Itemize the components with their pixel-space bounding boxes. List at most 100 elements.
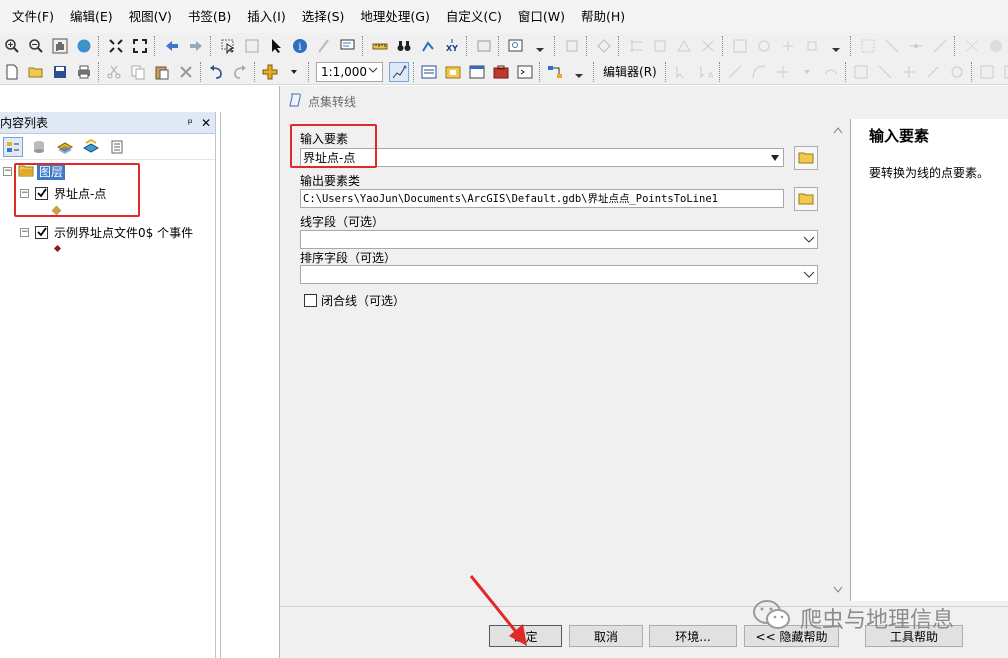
toc-options-icon[interactable] [107,137,127,157]
chevron-down-icon[interactable] [767,150,782,165]
add-data-icon[interactable] [260,62,280,82]
toolbar-grip [362,36,365,56]
browse-input-button[interactable] [794,146,818,170]
identify-info-icon[interactable]: i [290,36,310,56]
fixed-zoom-out-icon[interactable] [130,36,150,56]
model-builder-icon[interactable] [545,62,565,82]
close-line-checkbox[interactable] [304,294,317,307]
chevron-down-icon[interactable] [801,232,816,247]
collapse-icon[interactable]: − [3,166,12,176]
go-to-xy-icon[interactable]: XY [442,36,462,56]
open-folder-icon[interactable] [26,62,46,82]
open-folder-icon [798,150,814,167]
output-class-label: 输出要素类 [300,174,361,188]
python-window-icon[interactable] [515,62,535,82]
forward-arrow-icon[interactable] [186,36,206,56]
menu-geoprocessing[interactable]: 地理处理(G) [352,0,437,34]
sort-field-combo[interactable] [300,265,818,284]
wechat-logo-icon [752,598,792,638]
delete-x-icon[interactable] [176,62,196,82]
toolbar-overflow-icon[interactable] [826,36,846,56]
svg-text:A: A [708,71,713,80]
map-display[interactable] [220,112,280,658]
undo-icon[interactable] [206,62,226,82]
menu-edit[interactable]: 编辑(E) [62,0,121,34]
save-disk-icon[interactable] [50,62,70,82]
menu-insert[interactable]: 插入(I) [239,0,293,34]
find-binoculars-icon[interactable] [394,36,414,56]
tree-row-layer[interactable]: − 示例界址点文件0$ 个事件 [20,223,193,241]
print-icon[interactable] [74,62,94,82]
close-icon[interactable]: ✕ [201,116,211,130]
toolbar-overflow-icon[interactable] [530,36,550,56]
topology-icon[interactable] [594,36,614,56]
select-elements-icon[interactable] [266,36,286,56]
toolbar-overflow-icon[interactable] [569,62,589,82]
close-line-option[interactable]: 闭合线（可选） [304,292,405,309]
chevron-down-icon[interactable] [801,267,816,282]
list-by-visibility-icon[interactable] [55,137,75,157]
select-features-icon[interactable] [218,36,238,56]
clear-selection-icon[interactable] [242,36,262,56]
create-viewer-icon[interactable] [506,36,526,56]
edit-tool-icon [671,62,691,82]
paste-clipboard-icon[interactable] [152,62,172,82]
collapse-icon[interactable]: − [20,227,29,237]
copy-icon[interactable] [128,62,148,82]
menu-help[interactable]: 帮助(H) [573,0,633,34]
hyperlink-icon[interactable] [314,36,334,56]
toolbar-grip [844,61,846,82]
cut-scissors-icon[interactable] [104,62,124,82]
html-popup-icon[interactable] [338,36,358,56]
browse-output-button[interactable] [794,187,818,211]
georef-icon[interactable] [562,36,582,56]
disabled-tool-icon [858,36,878,56]
measure-ruler-icon[interactable] [370,36,390,56]
table-of-contents-icon[interactable] [419,62,439,82]
menu-selection[interactable]: 选择(S) [294,0,353,34]
find-route-icon[interactable] [418,36,438,56]
list-by-selection-icon[interactable] [81,137,101,157]
line-field-combo[interactable] [300,230,818,249]
output-class-field[interactable]: C:\Users\YaoJun\Documents\ArcGIS\Default… [300,189,784,208]
search-window-icon[interactable] [467,62,487,82]
layer-visibility-checkbox[interactable] [35,225,48,239]
back-arrow-icon[interactable] [162,36,182,56]
new-document-icon[interactable] [2,62,22,82]
arctoolbox-icon[interactable] [491,62,511,82]
scroll-down-icon[interactable] [833,583,843,597]
menu-file[interactable]: 文件(F) [4,0,62,34]
full-extent-globe-icon[interactable] [74,36,94,56]
toolbar-grip [618,36,621,56]
map-scale-combo[interactable]: 1:1,000 [316,61,384,82]
list-by-source-icon[interactable] [29,137,49,157]
environments-button[interactable]: 环境... [649,625,737,647]
pin-icon[interactable]: ᵖ [188,116,193,130]
scroll-up-icon[interactable] [833,123,843,137]
chevron-down-icon[interactable] [284,62,304,82]
menu-windows[interactable]: 窗口(W) [510,0,573,34]
redo-icon[interactable] [230,62,250,82]
pan-hand-icon[interactable] [50,36,70,56]
parameters-scrollbar[interactable] [829,119,846,601]
zoom-out-icon[interactable] [26,36,46,56]
toc-toolbar [0,134,215,160]
layer-name: 示例界址点文件0$ 个事件 [54,225,194,240]
editor-menu[interactable]: 编辑器(R) [603,63,657,80]
menu-bookmarks[interactable]: 书签(B) [180,0,239,34]
cancel-button[interactable]: 取消 [569,625,643,647]
chevron-down-icon[interactable] [367,64,379,79]
menu-bar: 文件(F) 编辑(E) 视图(V) 书签(B) 插入(I) 选择(S) 地理处理… [0,0,1008,34]
menu-customize[interactable]: 自定义(C) [438,0,510,34]
editor-toolbar-icon[interactable] [389,61,410,82]
list-by-drawing-order-icon[interactable] [3,136,23,157]
catalog-icon[interactable] [443,62,463,82]
svg-text:XY: XY [446,44,458,53]
construction-tool-icon [773,62,793,82]
zoom-in-icon[interactable] [2,36,22,56]
toolbar-grip [664,61,666,82]
menu-view[interactable]: 视图(V) [121,0,180,34]
chevron-down-icon [797,62,817,82]
time-slider-icon[interactable] [474,36,494,56]
fixed-zoom-in-icon[interactable] [106,36,126,56]
